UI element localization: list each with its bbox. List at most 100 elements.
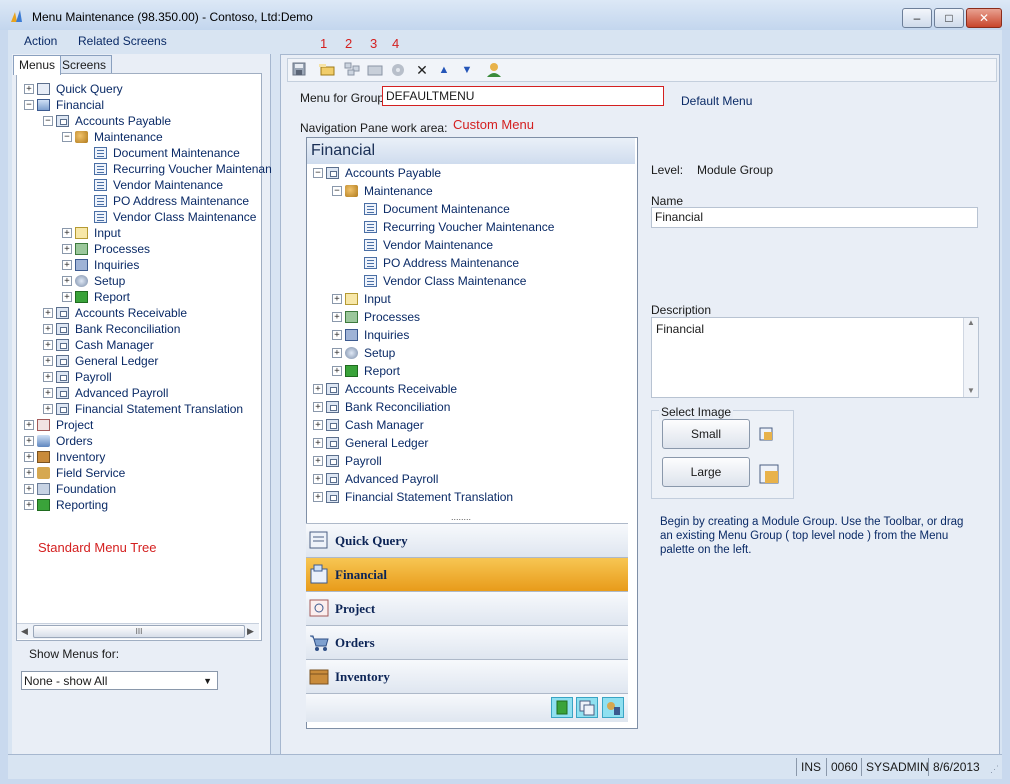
expand-icon[interactable]: +: [332, 312, 342, 322]
large-image-button[interactable]: Large: [662, 457, 750, 487]
expand-icon[interactable]: +: [43, 404, 53, 414]
tree-horizontal-scrollbar[interactable]: ◀ III ▶: [17, 623, 259, 639]
recurring-voucher-maintenance-icon: [364, 221, 377, 233]
expand-icon[interactable]: +: [24, 84, 34, 94]
tab-menus[interactable]: Menus: [13, 55, 62, 75]
maximize-button[interactable]: □: [934, 8, 964, 28]
expand-icon[interactable]: +: [313, 438, 323, 448]
small-image-button[interactable]: Small: [662, 419, 750, 449]
expand-icon[interactable]: +: [62, 292, 72, 302]
tree-node-label: Inventory: [56, 450, 106, 464]
tree-node-label: Vendor Maintenance: [113, 178, 224, 192]
expand-icon[interactable]: +: [43, 340, 53, 350]
expand-icon[interactable]: +: [313, 420, 323, 430]
expand-icon[interactable]: +: [24, 452, 34, 462]
collapse-icon[interactable]: −: [43, 116, 53, 126]
reporting-icon: [37, 499, 50, 511]
nav-button-project[interactable]: Project: [306, 591, 628, 625]
scroll-thumb[interactable]: III: [33, 625, 245, 638]
show-menus-dropdown[interactable]: None - show All ▼: [21, 671, 218, 690]
tree-node-label: Document Maintenance: [113, 146, 240, 160]
chevron-down-icon[interactable]: ▼: [203, 672, 212, 691]
inquiries-icon: [345, 329, 358, 341]
delete-icon[interactable]: ✕: [414, 62, 430, 78]
scroll-down-icon[interactable]: ▼: [964, 386, 978, 395]
scroll-left-icon[interactable]: ◀: [21, 626, 28, 637]
move-down-icon[interactable]: ▼: [459, 62, 475, 78]
new-menu-icon[interactable]: [344, 62, 360, 78]
new-group-icon[interactable]: [319, 62, 335, 78]
menu-action[interactable]: Action: [24, 34, 57, 48]
tree-node-label: General Ledger: [75, 354, 159, 368]
expand-icon[interactable]: +: [313, 474, 323, 484]
app-icon: [10, 9, 24, 23]
financial-statement-translation-icon: [56, 403, 69, 415]
nav-button-inventory[interactable]: Inventory: [306, 659, 628, 693]
expand-icon[interactable]: +: [43, 372, 53, 382]
tree-node-label: Accounts Receivable: [345, 382, 458, 396]
general-ledger-icon: [56, 355, 69, 367]
description-value: Financial: [656, 322, 705, 336]
expand-icon[interactable]: +: [313, 402, 323, 412]
expand-icon[interactable]: +: [62, 276, 72, 286]
financial-icon: [308, 563, 330, 585]
menu-for-group-label: Menu for Group:: [300, 91, 388, 105]
window-title: Menu Maintenance (98.350.00) - Contoso, …: [32, 10, 313, 24]
copy-icon[interactable]: [390, 62, 406, 78]
description-textarea[interactable]: Financial ▲ ▼: [651, 317, 979, 398]
collapse-icon[interactable]: −: [332, 186, 342, 196]
expand-icon[interactable]: +: [43, 324, 53, 334]
nav-button-financial[interactable]: Financial: [306, 557, 628, 591]
scroll-up-icon[interactable]: ▲: [964, 318, 978, 327]
new-folder-icon[interactable]: [367, 62, 383, 78]
expand-icon[interactable]: +: [24, 484, 34, 494]
move-up-icon[interactable]: ▲: [436, 62, 452, 78]
expand-icon[interactable]: +: [313, 384, 323, 394]
nav-button-orders[interactable]: Orders: [306, 625, 628, 659]
collapse-icon[interactable]: −: [24, 100, 34, 110]
status-code: 0060: [826, 758, 862, 776]
expand-icon[interactable]: +: [313, 456, 323, 466]
user-icon[interactable]: [486, 62, 502, 78]
expand-icon[interactable]: +: [313, 492, 323, 502]
collapse-icon[interactable]: −: [313, 168, 323, 178]
save-icon[interactable]: [291, 62, 307, 78]
menu-related-screens[interactable]: Related Screens: [78, 34, 167, 48]
general-ledger-icon: [326, 437, 339, 449]
expand-icon[interactable]: +: [62, 228, 72, 238]
tree-node-label: Field Service: [56, 466, 126, 480]
tree-node-label: Accounts Payable: [75, 114, 172, 128]
name-input[interactable]: Financial: [651, 207, 978, 228]
description-scrollbar[interactable]: ▲ ▼: [963, 318, 978, 397]
scroll-right-icon[interactable]: ▶: [247, 626, 254, 637]
toolbar: ✕ ▲ ▼: [287, 58, 997, 82]
orders-icon: [308, 631, 330, 653]
minimize-button[interactable]: –: [902, 8, 932, 28]
nav-button-quick-query[interactable]: Quick Query: [306, 523, 628, 557]
expand-icon[interactable]: +: [332, 294, 342, 304]
document-maintenance-icon: [364, 203, 377, 215]
expand-icon[interactable]: +: [24, 500, 34, 510]
tab-screens[interactable]: Screens: [56, 55, 113, 74]
expand-icon[interactable]: +: [62, 260, 72, 270]
expand-icon[interactable]: +: [62, 244, 72, 254]
expand-icon[interactable]: +: [24, 420, 34, 430]
status-user: SYSADMIN: [861, 758, 929, 776]
expand-icon[interactable]: +: [332, 330, 342, 340]
expand-icon[interactable]: +: [24, 436, 34, 446]
tree-node-label: Inquiries: [364, 328, 410, 342]
report-icon[interactable]: [551, 697, 573, 718]
expand-icon[interactable]: +: [43, 356, 53, 366]
field-service-icon[interactable]: [602, 697, 624, 718]
pane-splitter[interactable]: ........: [451, 512, 471, 522]
resize-grip-icon[interactable]: ⋰: [990, 764, 999, 775]
copy-icon[interactable]: [576, 697, 598, 718]
expand-icon[interactable]: +: [332, 348, 342, 358]
collapse-icon[interactable]: −: [62, 132, 72, 142]
expand-icon[interactable]: +: [24, 468, 34, 478]
expand-icon[interactable]: +: [43, 308, 53, 318]
menu-for-group-input[interactable]: DEFAULTMENU: [382, 86, 664, 106]
expand-icon[interactable]: +: [43, 388, 53, 398]
expand-icon[interactable]: +: [332, 366, 342, 376]
close-button[interactable]: ✕: [966, 8, 1002, 28]
